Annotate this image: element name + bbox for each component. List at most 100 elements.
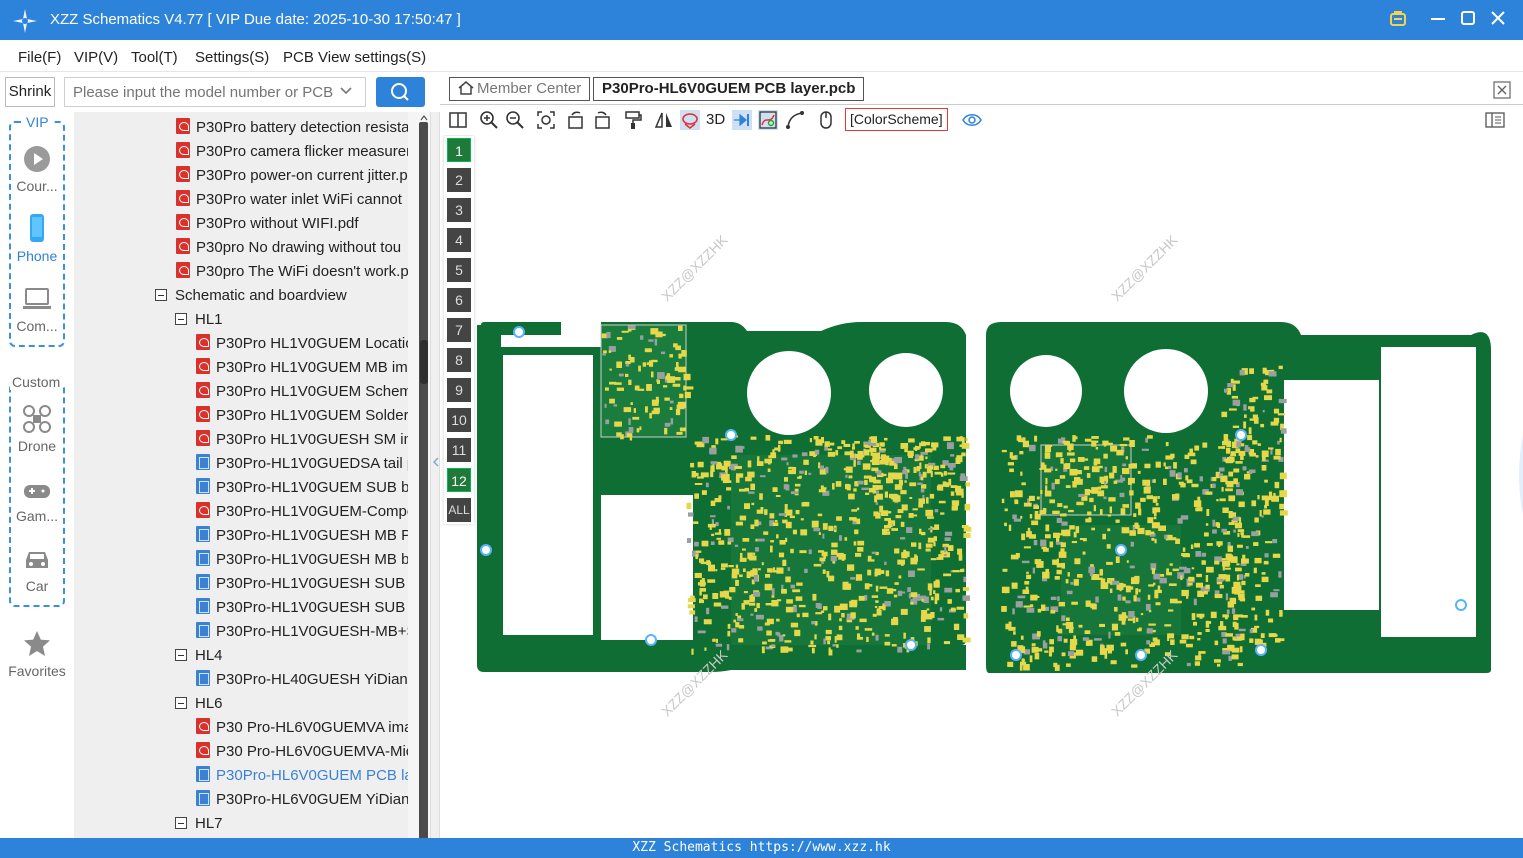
tree-file[interactable]: P30Pro-HL1V0GUESH SUB Yi [196, 596, 408, 620]
play-icon [24, 146, 50, 172]
eye-icon[interactable] [962, 110, 982, 130]
tree-file[interactable]: P30Pro HL1V0GUEM MB ima [196, 356, 408, 380]
tab-member-center[interactable]: Member Center [449, 77, 591, 101]
tree-file[interactable]: P30 Pro-HL6V0GUEMVA-Mic [196, 740, 408, 764]
search-input[interactable] [64, 77, 366, 107]
menu-vip[interactable]: VIP(V) [74, 49, 118, 66]
tree-file[interactable]: P30pro The WiFi doesn't work.p [176, 260, 408, 284]
3d-view-button[interactable]: 3D [706, 111, 725, 128]
color-scheme-button[interactable]: [ColorScheme] [845, 108, 948, 131]
tree-file[interactable]: P30Pro camera flicker measurer [176, 140, 408, 164]
laptop-icon [23, 288, 51, 309]
tree-file[interactable]: P30 Pro-HL6V0GUEMVA ima [196, 716, 408, 740]
chevron-left-icon[interactable] [432, 457, 440, 467]
nav-label-computer: Com... [16, 318, 58, 334]
menu-pcb-view-settings[interactable]: PCB View settings(S) [283, 49, 426, 66]
collapse-icon[interactable] [175, 697, 187, 709]
tree-file[interactable]: P30Pro without WIFI.pdf [176, 212, 359, 236]
pdf-file-icon [176, 262, 190, 278]
tree-file[interactable]: P30Pro-HL6V0GUEM YiDianT [196, 788, 408, 812]
scroll-up-icon[interactable] [420, 114, 428, 122]
collapse-icon[interactable] [175, 313, 187, 325]
zoom-out-icon[interactable] [505, 110, 525, 130]
tree-file[interactable]: P30Pro battery detection resista [176, 116, 408, 140]
tree-file-selected[interactable]: P30Pro-HL6V0GUEM PCB lay [196, 764, 408, 788]
pdf-file-icon [196, 430, 210, 446]
nav-label-phone: Phone [16, 248, 58, 264]
maximize-button[interactable] [1457, 8, 1479, 30]
flip-board-icon[interactable] [680, 110, 700, 130]
pcb-file-icon [196, 670, 210, 686]
pcb-board-view[interactable] [441, 135, 1523, 838]
tree-file[interactable]: P30Pro-HL1V0GUEM-Compo [196, 500, 408, 524]
tree-folder-hl1[interactable]: HL1 [175, 308, 223, 332]
document-tabs: Member Center P30Pro-HL6V0GUEM PCB layer… [440, 73, 1523, 105]
rotate-right-icon[interactable] [592, 110, 612, 130]
split-view-icon[interactable] [448, 110, 468, 130]
tree-file[interactable]: P30Pro-HL1V0GUEM SUB bo [196, 476, 408, 500]
tree-folder-hl6[interactable]: HL6 [175, 692, 223, 716]
pdf-file-icon [176, 214, 190, 230]
tree-file[interactable]: P30Pro-HL1V0GUESH SUB PC [196, 572, 408, 596]
home-icon [458, 81, 474, 95]
pcb-canvas[interactable]: 1 2 3 4 5 6 7 8 9 10 11 12 ALL XZZ@XZZHK… [441, 135, 1523, 838]
panel-splitter[interactable] [430, 112, 440, 838]
tree-scrollbar[interactable] [408, 112, 430, 844]
close-tab-icon[interactable] [1493, 81, 1511, 99]
tree-file[interactable]: P30Pro HL1V0GUEM Solder . [196, 404, 408, 428]
search-row: Shrink [0, 73, 440, 111]
scrollbar-thumb[interactable] [420, 340, 428, 384]
menu-bar: File(F) VIP(V) Tool(T) Settings(S) PCB V… [0, 40, 1523, 72]
search-button[interactable] [376, 77, 425, 107]
pcb-file-icon [196, 598, 210, 614]
scrollbar-track [419, 122, 428, 844]
tree-folder-hl4[interactable]: HL4 [175, 644, 223, 668]
tree-file[interactable]: P30Pro-HL1V0GUESH MB PC [196, 524, 408, 548]
status-bar: XZZ Schematics https://www.xzz.hk [0, 838, 1523, 858]
pcb-file-icon [196, 574, 210, 590]
mouse-icon[interactable] [816, 110, 836, 130]
side-panel-icon[interactable] [1485, 110, 1505, 130]
pcb-file-icon [196, 454, 210, 470]
tree-file[interactable]: P30Pro HL1V0GUEM Schema [196, 380, 408, 404]
tree-file[interactable]: P30Pro water inlet WiFi cannot [176, 188, 402, 212]
tree-folder-schematic[interactable]: Schematic and boardview [155, 284, 347, 308]
search-icon [391, 83, 409, 101]
tree-file[interactable]: P30Pro-HL40GUESH YiDianT [196, 668, 408, 692]
pdf-file-icon [196, 502, 210, 518]
tree-file[interactable]: P30Pro-HL1V0GUESH MB bo [196, 548, 408, 572]
shrink-button[interactable]: Shrink [5, 77, 55, 107]
menu-file[interactable]: File(F) [18, 49, 61, 66]
file-tree: P30Pro battery detection resista P30Pro … [74, 112, 408, 838]
chevron-down-icon[interactable] [340, 85, 352, 99]
mirror-icon[interactable] [654, 110, 674, 130]
rotate-left-icon[interactable] [566, 110, 586, 130]
vip-bag-icon[interactable] [1387, 8, 1409, 30]
tree-file[interactable]: P30Pro-HL1V0GUESH-MB+S [196, 620, 408, 644]
window-title: XZZ Schematics V4.77 [ VIP Due date: 202… [50, 11, 461, 28]
menu-tool[interactable]: Tool(T) [131, 49, 178, 66]
collapse-icon[interactable] [175, 817, 187, 829]
fit-view-icon[interactable] [536, 110, 556, 130]
collapse-icon[interactable] [155, 289, 167, 301]
tree-file[interactable]: P30Pro power-on current jitter.p [176, 164, 408, 188]
tree-folder-hl7[interactable]: HL7 [175, 812, 223, 836]
measure-curve-icon[interactable] [785, 110, 805, 130]
pcb-file-icon [196, 622, 210, 638]
paint-roller-icon[interactable] [623, 110, 643, 130]
tree-file[interactable]: P30Pro HL1V0GUESH SM ima [196, 428, 408, 452]
tab-pcb-layer[interactable]: P30Pro-HL6V0GUEM PCB layer.pcb [593, 77, 865, 101]
net-highlight-icon[interactable] [758, 110, 778, 130]
pcb-file-icon [196, 766, 210, 782]
tree-file[interactable]: P30pro No drawing without tou [176, 236, 401, 260]
close-button[interactable] [1487, 8, 1509, 30]
right-panel-handle[interactable] [1515, 435, 1523, 515]
tree-file[interactable]: P30Pro HL1V0GUEM Locatio [196, 332, 408, 356]
zoom-in-icon[interactable] [479, 110, 499, 130]
pin-arrow-icon[interactable] [732, 110, 752, 130]
nav-label-drone: Drone [17, 438, 57, 454]
minimize-button[interactable] [1427, 8, 1449, 30]
menu-settings[interactable]: Settings(S) [195, 49, 269, 66]
tree-file[interactable]: P30Pro-HL1V0GUEDSA tail p [196, 452, 408, 476]
collapse-icon[interactable] [175, 649, 187, 661]
